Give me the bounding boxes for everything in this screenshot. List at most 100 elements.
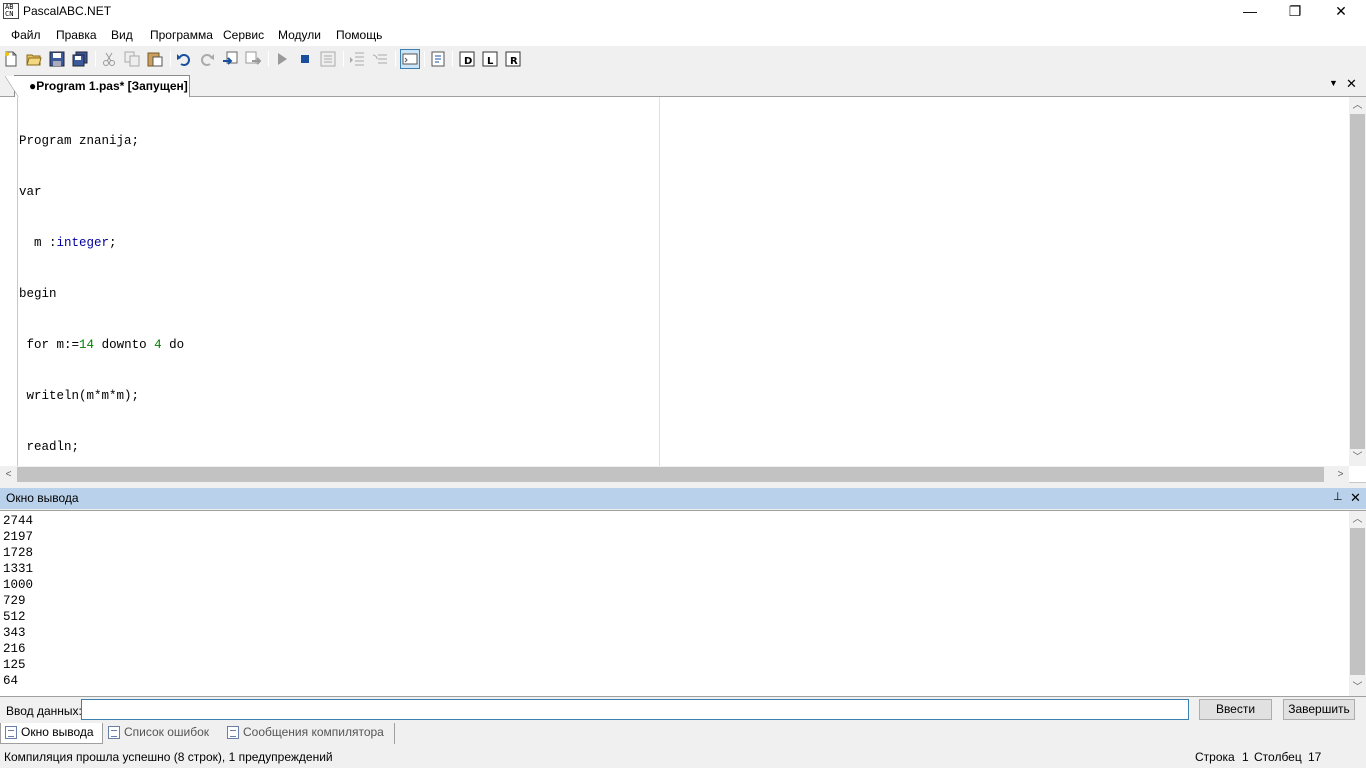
redo-icon[interactable] [199,51,215,67]
tab-label: Сообщения компилятора [243,725,384,739]
output-line: 2197 [3,530,34,544]
tab-dropdown-icon[interactable]: ▼ [1329,78,1338,88]
close-window-button[interactable]: ✕ [1318,0,1364,23]
status-message: Компиляция прошла успешно (8 строк), 1 п… [4,750,333,764]
toolbar-separator [170,51,171,67]
minimize-button[interactable]: — [1227,0,1273,23]
code-line: for m:=14 downto 4 do [26,338,185,352]
line-value: 1 [1242,750,1249,764]
toolbar-separator [268,51,269,67]
menu-program[interactable]: Программа [150,28,213,42]
output-line: 729 [3,594,26,608]
output-window-icon [5,726,17,739]
paste-icon[interactable] [147,51,163,67]
editor-margin-line [659,97,660,466]
copy-icon[interactable] [124,51,140,67]
scrollbar-thumb[interactable] [17,467,1324,482]
output-close-icon[interactable]: ✕ [1350,490,1361,506]
output-window-icon[interactable] [400,49,420,69]
editor-gutter [0,97,18,466]
toolbar: D L R [0,46,1366,73]
output-line: 2744 [3,514,34,528]
output-line: 64 [3,674,19,688]
scroll-left-icon[interactable]: < [0,466,17,483]
step-icon[interactable] [349,51,365,67]
input-data-field[interactable] [81,699,1189,720]
title-bar: AB CN PascalABC.NET — ❐ ✕ [0,0,1366,23]
menu-modules[interactable]: Модули [278,28,321,42]
output-line: 1331 [3,562,34,576]
tab-program1[interactable]: ●Program 1.pas* [Запущен] [5,75,190,98]
scrollbar-thumb[interactable] [1350,528,1365,675]
enter-button[interactable]: Ввести [1199,699,1272,720]
code-line: begin [19,287,57,301]
code-line: m :integer; [19,236,117,250]
toolbar-separator [424,51,425,67]
scroll-up-icon[interactable]: ︿ [1349,97,1366,114]
code-line: writeln(m*m*m); [19,389,140,403]
tab-label: Окно вывода [21,725,94,739]
run-icon[interactable] [274,51,290,67]
tab-output-window[interactable]: Окно вывода [0,723,103,744]
scroll-down-icon[interactable]: ﹀ [1349,679,1366,696]
code-line: var [19,185,42,199]
output-line: 343 [3,626,26,640]
svg-text:D: D [464,56,472,67]
document-tab-strip: ●Program 1.pas* [Запущен] ▼ ✕ [0,73,1366,98]
debug-icon[interactable] [320,51,336,67]
format-icon[interactable] [430,51,446,67]
editor-horizontal-scrollbar[interactable]: < > [0,466,1349,483]
menu-view[interactable]: Вид [111,28,133,42]
build-icon[interactable]: L [482,51,498,67]
maximize-button[interactable]: ❐ [1272,0,1318,23]
scroll-right-icon[interactable]: > [1332,466,1349,483]
output-line: 512 [3,610,26,624]
open-icon[interactable] [26,51,42,67]
stop-icon[interactable] [297,51,313,67]
output-vertical-scrollbar[interactable]: ︿ ﹀ [1349,511,1366,696]
toolbar-separator [395,51,396,67]
tab-label: Список ошибок [124,725,210,739]
rebuild-icon[interactable]: R [505,51,521,67]
menu-help[interactable]: Помощь [336,28,382,42]
code-line: readln; [19,440,80,454]
scroll-down-icon[interactable]: ﹀ [1349,449,1366,466]
output-line: 125 [3,658,26,672]
output-area[interactable]: 2744 2197 1728 1331 1000 729 512 343 216 125 64 ︿ … [0,510,1366,697]
toolbar-separator [452,51,453,67]
code-line: Program znanija; [19,134,140,148]
new-file-icon[interactable] [3,51,19,67]
pin-icon[interactable]: ⊥ [1333,490,1343,503]
status-bar: Компиляция прошла успешно (8 строк), 1 п… [0,745,1366,768]
menu-edit[interactable]: Правка [56,28,97,42]
step-over-icon[interactable] [372,51,388,67]
undo-icon[interactable] [176,51,192,67]
input-row: Ввод данных: Ввести Завершить [0,697,1366,722]
tab-compiler-messages[interactable]: Сообщения компилятора [223,723,395,744]
column-value: 17 [1308,750,1322,764]
scrollbar-thumb[interactable] [1350,114,1365,449]
scroll-up-icon[interactable]: ︿ [1349,511,1366,528]
code-editor[interactable]: Program znanija; var m :integer; begin f… [0,97,1366,505]
cut-icon[interactable] [101,51,117,67]
tab-close-icon[interactable]: ✕ [1346,76,1357,92]
save-all-icon[interactable] [72,51,88,67]
replace-icon[interactable] [245,51,261,67]
column-label: Столбец [1254,750,1302,764]
find-icon[interactable] [222,51,238,67]
output-panel-header: Окно вывода ⊥ ✕ [0,488,1366,509]
output-line: 1728 [3,546,34,560]
editor-vertical-scrollbar[interactable]: ︿ ﹀ [1349,97,1366,466]
finish-button[interactable]: Завершить [1283,699,1355,720]
app-icon: AB CN [3,3,19,19]
save-icon[interactable] [49,51,65,67]
tab-error-list[interactable]: Список ошибок [104,723,220,744]
toolbar-separator [343,51,344,67]
bottom-tabs: Окно вывода Список ошибок Сообщения комп… [0,722,1366,745]
menu-service[interactable]: Сервис [223,28,264,42]
output-text: 2744 2197 1728 1331 1000 729 512 343 216 125 64 [3,513,33,689]
compile-icon[interactable]: D [459,51,475,67]
svg-text:R: R [510,56,518,67]
menu-file[interactable]: Файл [11,28,41,42]
input-label: Ввод данных: [6,704,82,718]
